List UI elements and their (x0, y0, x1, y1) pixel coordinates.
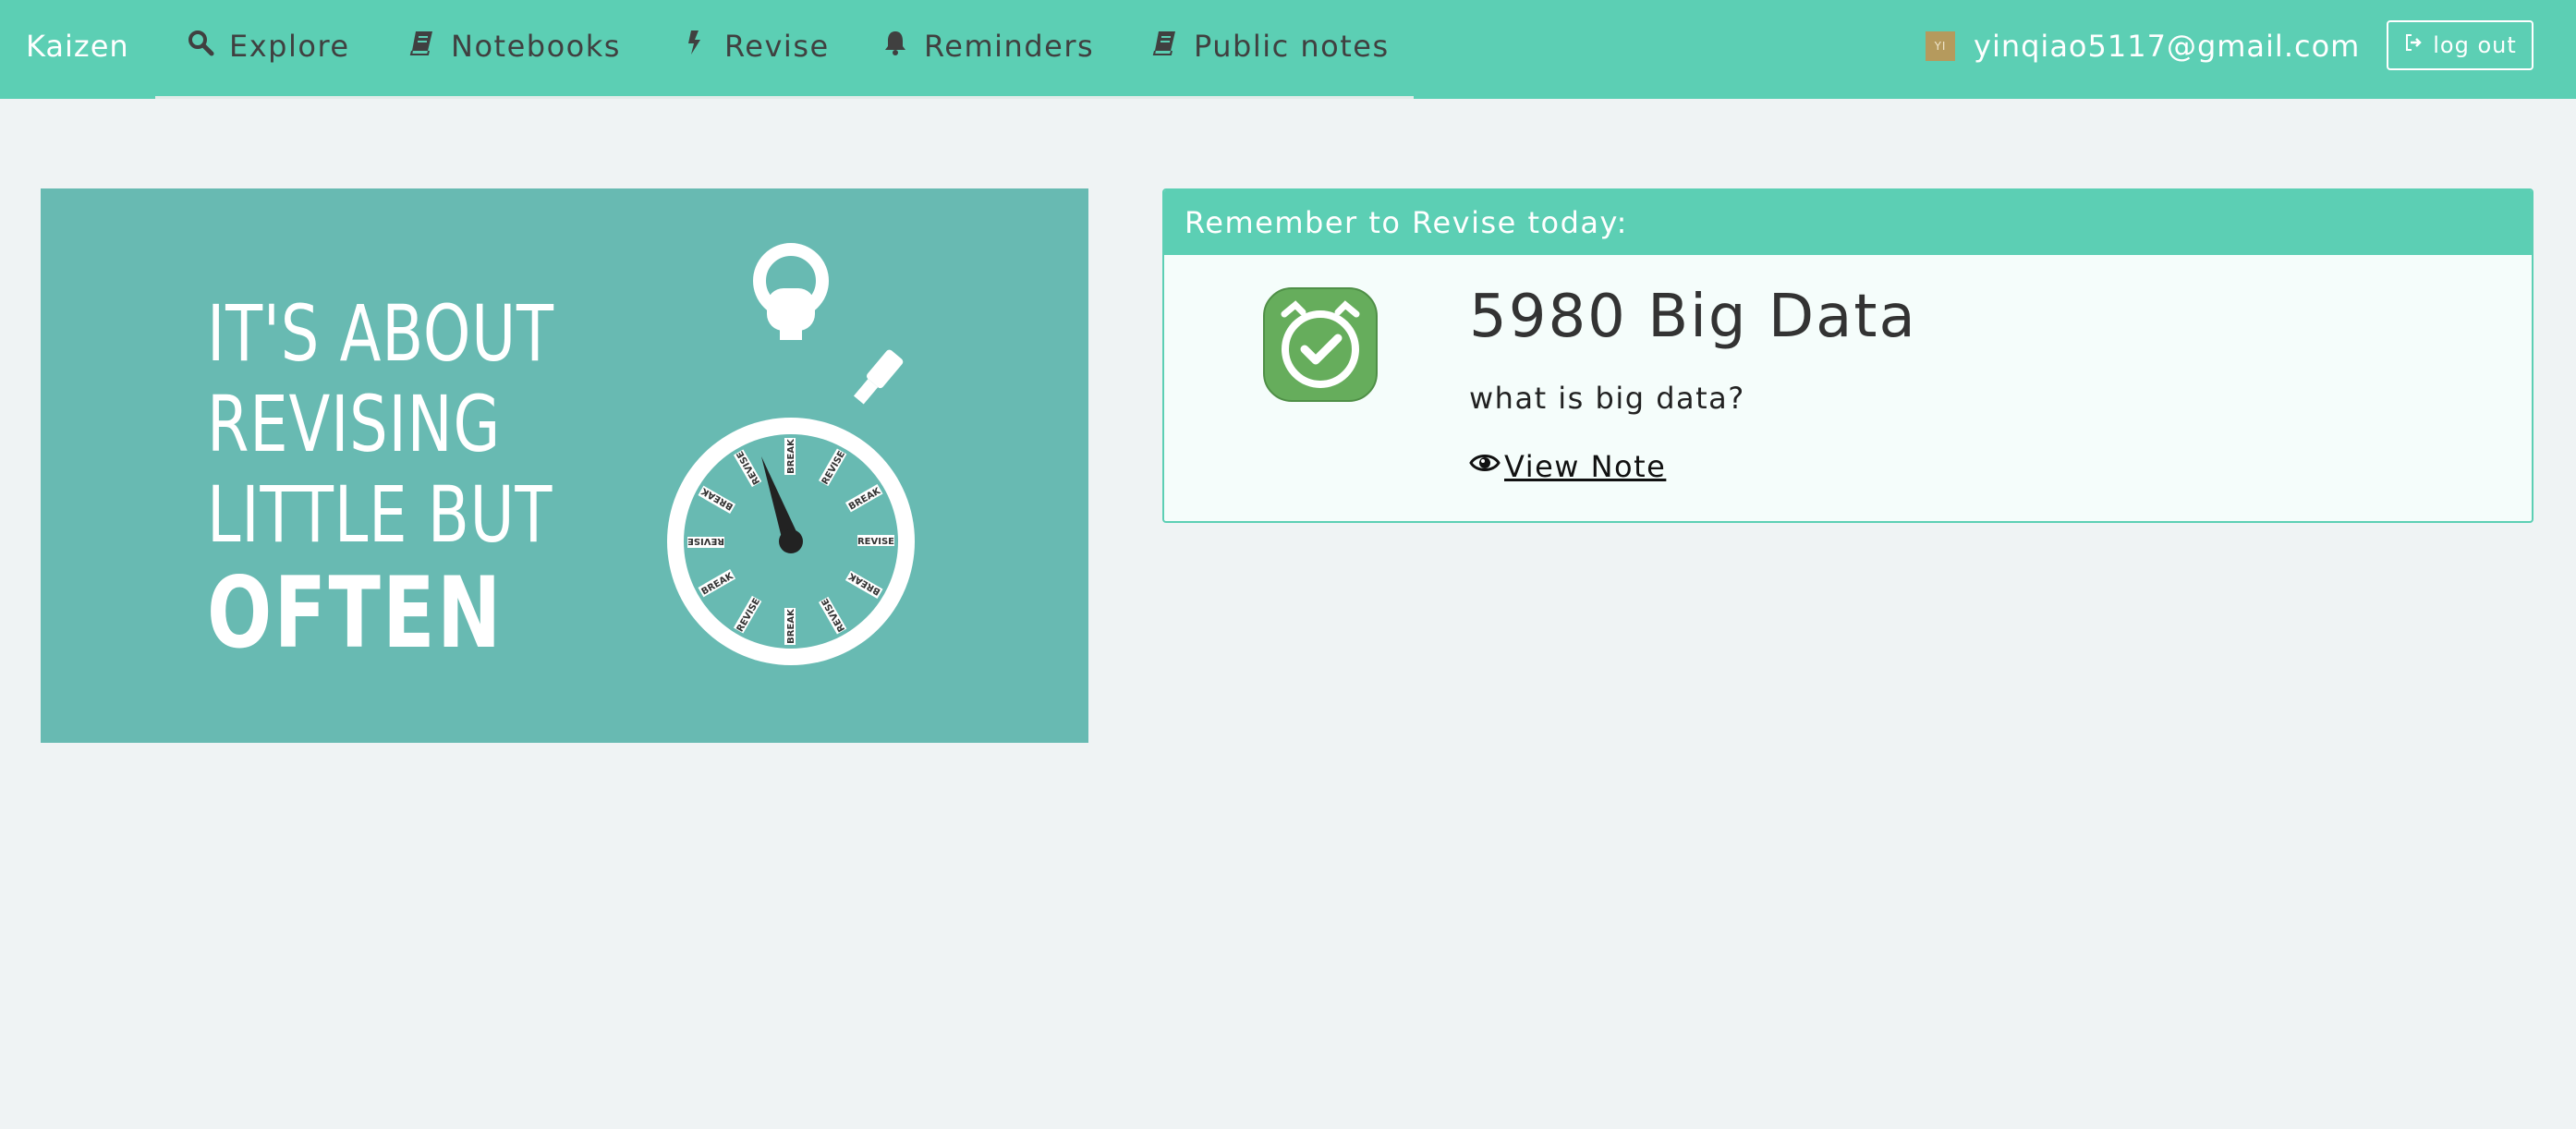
hero-line: LITTLE BUT (207, 469, 553, 560)
hero-banner-image: IT'S ABOUT REVISING LITTLE BUT OFTEN BRE… (41, 188, 1088, 743)
svg-text:REVISE: REVISE (857, 537, 894, 547)
logout-button[interactable]: log out (2387, 20, 2533, 70)
nav-item-revise[interactable]: Revise (682, 0, 830, 92)
svg-text:BREAK: BREAK (786, 438, 796, 474)
dial-label: REVISE (687, 536, 724, 548)
bell-icon (881, 29, 909, 64)
bolt-icon (682, 29, 710, 64)
user-menu[interactable]: YI yinqiao5117@gmail.com (1926, 0, 2360, 92)
book-icon (1151, 29, 1179, 64)
nav-item-notebooks[interactable]: Notebooks (408, 0, 621, 92)
top-navbar: Kaizen Explore Notebooks Revise Reminder… (0, 0, 2576, 99)
book-icon (408, 29, 436, 64)
dial-label: REVISE (857, 535, 894, 547)
nav-item-label: Notebooks (451, 29, 621, 64)
hero-slogan: IT'S ABOUT REVISING LITTLE BUT OFTEN (207, 288, 577, 667)
eye-icon (1469, 447, 1501, 486)
view-note-label: View Note (1504, 449, 1667, 484)
view-note-link[interactable]: View Note (1469, 447, 1666, 486)
nav-item-label: Public notes (1194, 29, 1390, 64)
dial-label: BREAK (784, 438, 796, 475)
stopwatch-icon: BREAK REVISEBREAKREVISEBREAKREVISEBREAKRE… (667, 243, 915, 665)
svg-text:BREAK: BREAK (786, 608, 796, 644)
sign-out-icon (2403, 32, 2424, 58)
nav-item-explore[interactable]: Explore (187, 0, 350, 92)
alarm-clock-check-icon (1263, 287, 1378, 402)
svg-text:REVISE: REVISE (687, 536, 724, 546)
nav-item-public-notes[interactable]: Public notes (1151, 0, 1390, 92)
main-nav: Explore Notebooks Revise Reminders Publi… (155, 0, 1414, 99)
note-title: 5980 Big Data (1469, 283, 1917, 351)
hero-line: REVISING (207, 379, 502, 469)
logout-label: log out (2433, 32, 2517, 58)
hero-line: OFTEN (207, 556, 504, 670)
dial-label: BREAK (784, 608, 796, 645)
reminder-card: Remember to Revise today: 5980 Big Data … (1162, 188, 2533, 523)
avatar: YI (1926, 31, 1955, 61)
hero-line: IT'S ABOUT (207, 288, 554, 379)
note-question: what is big data? (1469, 381, 1745, 416)
nav-item-label: Revise (724, 29, 830, 64)
nav-item-reminders[interactable]: Reminders (881, 0, 1094, 92)
nav-item-label: Reminders (924, 29, 1095, 64)
user-email: yinqiao5117@gmail.com (1974, 29, 2361, 64)
brand-link[interactable]: Kaizen (26, 0, 129, 92)
search-icon (187, 29, 214, 64)
nav-item-label: Explore (229, 29, 350, 64)
reminder-card-header: Remember to Revise today: (1164, 190, 2532, 255)
